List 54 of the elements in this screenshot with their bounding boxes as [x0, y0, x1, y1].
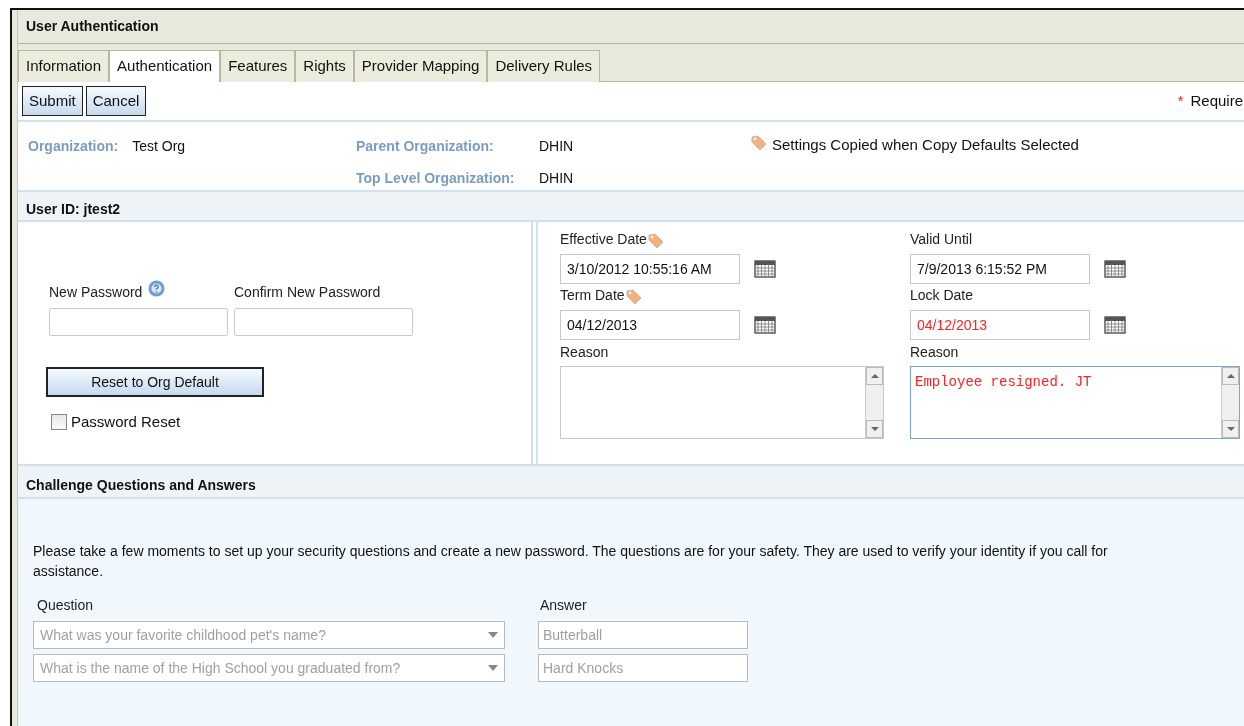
field-value: DHIN: [539, 169, 574, 188]
help-icon[interactable]: [148, 280, 166, 297]
intro-text: Please take a few moments to set up your security questions and create a new password. The questions are for your safety. They are used to verify your identity if you call for assistance.: [33, 542, 1109, 581]
column-header: Answer: [540, 596, 587, 615]
date-field[interactable]: 3/10/2012 10:55:16 AM: [560, 254, 740, 284]
tab[interactable]: Rights: [295, 50, 354, 82]
checkbox[interactable]: [51, 414, 67, 431]
password-field[interactable]: [49, 308, 228, 336]
field-value: Test Org: [132, 137, 186, 156]
reason-textarea[interactable]: [560, 366, 884, 439]
date-field[interactable]: 7/9/2013 6:15:52 PM: [910, 254, 1090, 284]
field-label: Valid Until: [910, 230, 972, 249]
field-label: Lock Date: [910, 286, 974, 305]
tab[interactable]: Authentication: [109, 50, 221, 82]
calendar-icon[interactable]: [754, 316, 776, 334]
calendar-icon[interactable]: [1104, 316, 1126, 334]
scrollbar[interactable]: [1221, 367, 1239, 438]
checkbox-label: Password Reset: [71, 412, 181, 432]
calendar-icon[interactable]: [1104, 260, 1126, 278]
dropdown-caret-icon: [488, 665, 498, 671]
tab[interactable]: Features: [220, 50, 296, 82]
field-label: Organization:: [28, 137, 119, 156]
info-note: Settings Copied when Copy Defaults Selected: [772, 135, 1079, 155]
tag-icon: [750, 134, 768, 152]
tag-icon: [646, 232, 665, 250]
panel-title: User Authentication: [26, 17, 159, 36]
reason-textarea[interactable]: Employee resigned. JT: [910, 366, 1240, 439]
reset-button[interactable]: Reset to Org Default: [46, 367, 264, 397]
calendar-icon[interactable]: [754, 260, 776, 278]
field-label: Parent Organization:: [356, 137, 495, 156]
date-field[interactable]: 04/12/2013: [910, 310, 1090, 340]
section-title: Challenge Questions and Answers: [26, 476, 256, 495]
tab[interactable]: Information: [18, 50, 110, 82]
tab[interactable]: Provider Mapping: [353, 50, 488, 82]
field-label: Confirm New Password: [234, 283, 381, 302]
field-label: Term Date: [560, 286, 625, 305]
toolbar-button[interactable]: Submit: [22, 86, 83, 116]
tab[interactable]: Delivery Rules: [487, 50, 601, 82]
toolbar-button[interactable]: Cancel: [85, 86, 147, 116]
field-label: New Password: [49, 283, 143, 302]
dropdown-caret-icon: [488, 632, 498, 638]
required-asterisk: *: [1177, 90, 1184, 111]
scrollbar[interactable]: [865, 367, 883, 438]
required-label: Require: [1190, 90, 1243, 111]
field-label: Effective Date: [560, 230, 647, 249]
field-label: Reason: [910, 343, 960, 362]
password-field[interactable]: [234, 308, 413, 336]
field-value: DHIN: [539, 137, 574, 156]
section-title: User ID: jtest2: [26, 199, 121, 219]
tag-icon: [624, 288, 643, 306]
field-label: Top Level Organization:: [356, 169, 516, 188]
field-label: Reason: [560, 343, 610, 362]
date-field[interactable]: 04/12/2013: [560, 310, 740, 340]
column-header: Question: [36, 596, 95, 615]
